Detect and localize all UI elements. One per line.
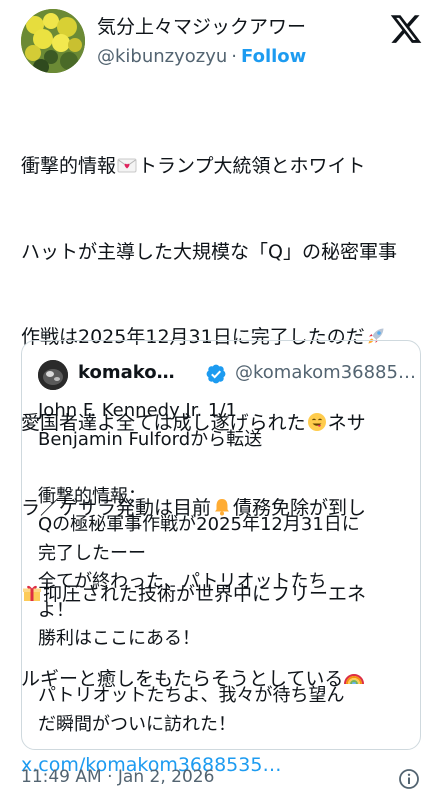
- tweet-text-segment: 衝撃的情報: [21, 155, 117, 177]
- quoted-author-avatar[interactable]: [38, 360, 68, 390]
- x-logo-icon[interactable]: [389, 12, 423, 46]
- quoted-line: Benjamin Fulfordから転送: [38, 428, 263, 450]
- tweet-text-segment: ハットが主導した大規模な「Q」の秘密軍事: [21, 240, 397, 263]
- quoted-author-name[interactable]: komako…: [78, 362, 175, 383]
- quoted-line: 完了したーー: [38, 542, 146, 564]
- author-handle-row: @kibunzyozyu · Follow: [97, 46, 306, 67]
- quoted-author-handle[interactable]: @komakom36885…: [235, 362, 416, 383]
- tweet-line: ハットが主導した大規模な「Q」の秘密軍事: [21, 238, 426, 267]
- quoted-line: 衝撃的情報：: [38, 485, 146, 507]
- quoted-line: 全てが終わった、パトリオットたち: [38, 571, 327, 592]
- quoted-line: Qの極秘軍事作戦が2025年12月31日に: [38, 514, 360, 535]
- quoted-tweet-text: John F. Kennedy Jr. 1/1 Benjamin Fulford…: [38, 397, 408, 739]
- author-avatar[interactable]: [21, 9, 85, 73]
- verified-badge-icon: [206, 364, 226, 384]
- follow-button[interactable]: Follow: [241, 46, 306, 67]
- author-handle[interactable]: @kibunzyozyu: [97, 46, 227, 67]
- separator-dot: ·: [231, 46, 238, 67]
- quoted-line: 勝利はここにある！: [38, 628, 200, 649]
- tweet-header: 気分上々マジックアワー @kibunzyozyu · Follow: [0, 0, 445, 78]
- tweet-text-segment: トランプ大統領とホワイト: [138, 155, 366, 177]
- love-letter-icon: [117, 158, 137, 173]
- quoted-line: [38, 454, 408, 483]
- quoted-line: だ瞬間がついに訪れた！: [38, 713, 236, 735]
- tweet-timestamp[interactable]: 11:49 AM · Jan 2, 2026: [21, 767, 214, 787]
- quoted-tweet-card[interactable]: komako… @komakom36885… John F. Kennedy J…: [21, 340, 421, 750]
- info-icon[interactable]: [398, 768, 420, 790]
- quoted-line: よ！: [38, 599, 74, 621]
- author-display-name[interactable]: 気分上々マジックアワー: [97, 12, 306, 39]
- tweet-line: 衝撃的情報 トランプ大統領とホワイト: [21, 152, 426, 181]
- quoted-line: パトリオットたちよ、我々が待ち望ん: [38, 685, 345, 706]
- quoted-line: John F. Kennedy Jr. 1/1: [38, 400, 237, 421]
- quoted-line: [38, 654, 408, 683]
